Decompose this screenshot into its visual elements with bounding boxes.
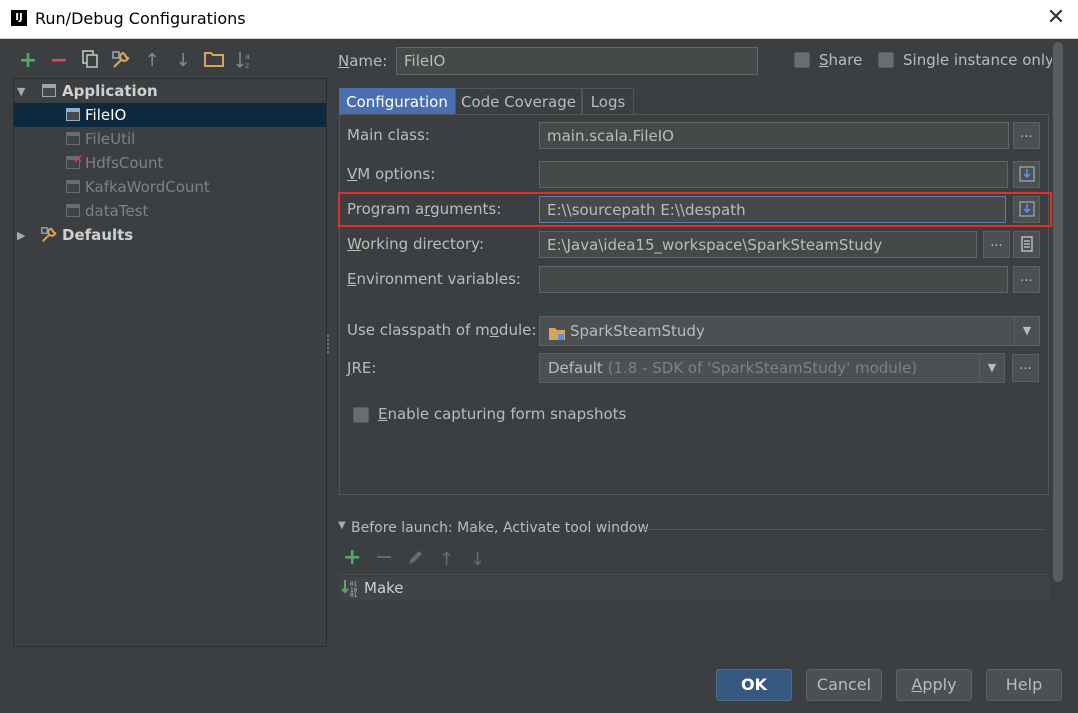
application-config-icon bbox=[66, 204, 80, 217]
before-launch-header[interactable]: Before launch: Make, Activate tool windo… bbox=[351, 520, 649, 536]
before-launch-item-label: Make bbox=[364, 579, 404, 597]
share-checkbox[interactable] bbox=[794, 52, 810, 68]
application-config-icon bbox=[66, 108, 80, 121]
working-directory-field[interactable]: E:\Java\idea15_workspace\SparkSteamStudy bbox=[539, 231, 977, 258]
wrench-icon[interactable] bbox=[110, 50, 132, 72]
tree-item-hdfscount[interactable]: ✕ HdfsCount bbox=[14, 151, 326, 175]
before-launch-list: 01 10 01 Make bbox=[339, 574, 1049, 647]
environment-variables-field[interactable] bbox=[539, 266, 1008, 293]
ok-button[interactable]: OK bbox=[716, 669, 792, 701]
module-folder-icon bbox=[548, 323, 566, 351]
environment-variables-label: Environment variables: bbox=[347, 270, 521, 288]
add-config-button[interactable]: + bbox=[17, 50, 39, 72]
before-launch-toggle-icon[interactable]: ▼ bbox=[338, 520, 346, 531]
name-label: Name: bbox=[338, 52, 388, 70]
remove-config-button[interactable]: − bbox=[48, 50, 70, 72]
remove-task-button[interactable]: − bbox=[375, 547, 393, 569]
program-arguments-field[interactable]: E:\\sourcepath E:\\despath bbox=[539, 196, 1006, 223]
tree-item-defaults[interactable]: ▶ Defaults bbox=[14, 223, 326, 247]
section-divider bbox=[643, 529, 1045, 530]
splitter-handle[interactable] bbox=[327, 335, 333, 353]
tree-item-datatest[interactable]: dataTest bbox=[14, 199, 326, 223]
move-up-icon[interactable]: ↑ bbox=[141, 50, 163, 72]
tab-configuration[interactable]: Configuration bbox=[339, 88, 455, 115]
tree-item-application[interactable]: ▼ Application bbox=[14, 79, 326, 103]
main-class-label: Main class: bbox=[347, 126, 430, 144]
single-instance-label: Single instance only bbox=[903, 51, 1054, 69]
classpath-module-label: Use classpath of module: bbox=[347, 321, 537, 339]
expand-arrow-icon[interactable]: ▼ bbox=[17, 80, 25, 104]
jre-select[interactable]: Default (1.8 - SDK of 'SparkSteamStudy' … bbox=[539, 353, 1005, 383]
intellij-app-icon: IJ bbox=[11, 10, 27, 26]
chevron-down-icon[interactable]: ▼ bbox=[979, 354, 1004, 382]
enable-snapshots-label: Enable capturing form snapshots bbox=[378, 405, 627, 423]
name-field[interactable]: FileIO bbox=[396, 47, 758, 75]
tree-item-fileutil[interactable]: FileUtil bbox=[14, 127, 326, 151]
folder-icon[interactable] bbox=[203, 50, 225, 72]
tree-item-label: Defaults bbox=[62, 226, 134, 244]
copy-icon[interactable] bbox=[79, 50, 101, 72]
jre-value: Default bbox=[548, 359, 603, 377]
close-icon[interactable]: ✕ bbox=[1042, 4, 1070, 32]
jre-label: JRE: bbox=[347, 359, 377, 377]
tree-item-label: Application bbox=[62, 82, 158, 100]
application-icon bbox=[42, 84, 56, 97]
tree-item-label: KafkaWordCount bbox=[85, 178, 210, 196]
cancel-button[interactable]: Cancel bbox=[806, 669, 882, 701]
move-task-down-icon[interactable]: ↓ bbox=[470, 549, 485, 570]
vm-options-field[interactable] bbox=[539, 161, 1008, 188]
apply-button[interactable]: Apply bbox=[896, 669, 972, 701]
main-class-field[interactable]: main.scala.FileIO bbox=[539, 122, 1009, 149]
move-task-up-icon[interactable]: ↑ bbox=[439, 549, 454, 570]
classpath-module-select[interactable]: SparkSteamStudy ▼ bbox=[539, 316, 1040, 346]
environment-variables-browse-button[interactable]: ... bbox=[1013, 266, 1040, 293]
share-label: Share bbox=[819, 51, 863, 69]
wrench-icon bbox=[40, 226, 58, 244]
tree-item-label: FileIO bbox=[85, 106, 127, 124]
edit-task-icon[interactable] bbox=[407, 550, 423, 570]
tab-code-coverage[interactable]: Code Coverage bbox=[455, 88, 582, 115]
svg-text:z: z bbox=[245, 61, 249, 70]
enable-snapshots-checkbox[interactable] bbox=[353, 407, 369, 423]
window-title: Run/Debug Configurations bbox=[35, 9, 246, 28]
vm-options-label: VM options: bbox=[347, 165, 436, 183]
scrollbar-thumb[interactable] bbox=[1053, 42, 1063, 582]
program-arguments-label: Program arguments: bbox=[347, 200, 502, 218]
tree-item-kafkawordcount[interactable]: KafkaWordCount bbox=[14, 175, 326, 199]
svg-text:a: a bbox=[245, 52, 250, 61]
tab-logs[interactable]: Logs bbox=[582, 88, 634, 115]
jre-browse-button[interactable]: ... bbox=[1012, 354, 1039, 382]
sort-icon[interactable]: az bbox=[234, 50, 256, 72]
classpath-module-value: SparkSteamStudy bbox=[570, 322, 705, 340]
title-bar: IJ Run/Debug Configurations ✕ bbox=[0, 0, 1078, 39]
working-directory-browse-button[interactable]: ... bbox=[983, 231, 1010, 258]
main-class-browse-button[interactable]: ... bbox=[1013, 122, 1040, 149]
configuration-tree: ▼ Application FileIO FileUtil ✕ HdfsCoun… bbox=[13, 78, 327, 647]
error-x-icon: ✕ bbox=[73, 152, 84, 166]
single-instance-checkbox[interactable] bbox=[878, 52, 894, 68]
tree-item-label: FileUtil bbox=[85, 130, 136, 148]
working-directory-label: Working directory: bbox=[347, 235, 485, 253]
tree-item-label: HdfsCount bbox=[85, 154, 164, 172]
list-item[interactable]: 01 10 01 Make bbox=[339, 577, 1049, 600]
make-icon: 01 10 01 bbox=[341, 579, 360, 601]
program-arguments-expand-icon[interactable] bbox=[1013, 196, 1040, 223]
svg-text:01: 01 bbox=[350, 592, 358, 597]
add-task-button[interactable]: + bbox=[343, 547, 361, 569]
jre-detail: (1.8 - SDK of 'SparkSteamStudy' module) bbox=[607, 359, 918, 377]
tree-item-fileio[interactable]: FileIO bbox=[14, 103, 326, 127]
tree-item-label: dataTest bbox=[85, 202, 149, 220]
help-button[interactable]: Help bbox=[986, 669, 1062, 701]
move-down-icon[interactable]: ↓ bbox=[172, 50, 194, 72]
vm-options-expand-icon[interactable] bbox=[1013, 161, 1040, 188]
application-config-icon bbox=[66, 180, 80, 193]
insert-macro-icon[interactable] bbox=[1013, 231, 1040, 258]
chevron-down-icon[interactable]: ▼ bbox=[1014, 317, 1039, 345]
collapse-arrow-icon[interactable]: ▶ bbox=[17, 224, 25, 248]
application-config-icon bbox=[66, 132, 80, 145]
